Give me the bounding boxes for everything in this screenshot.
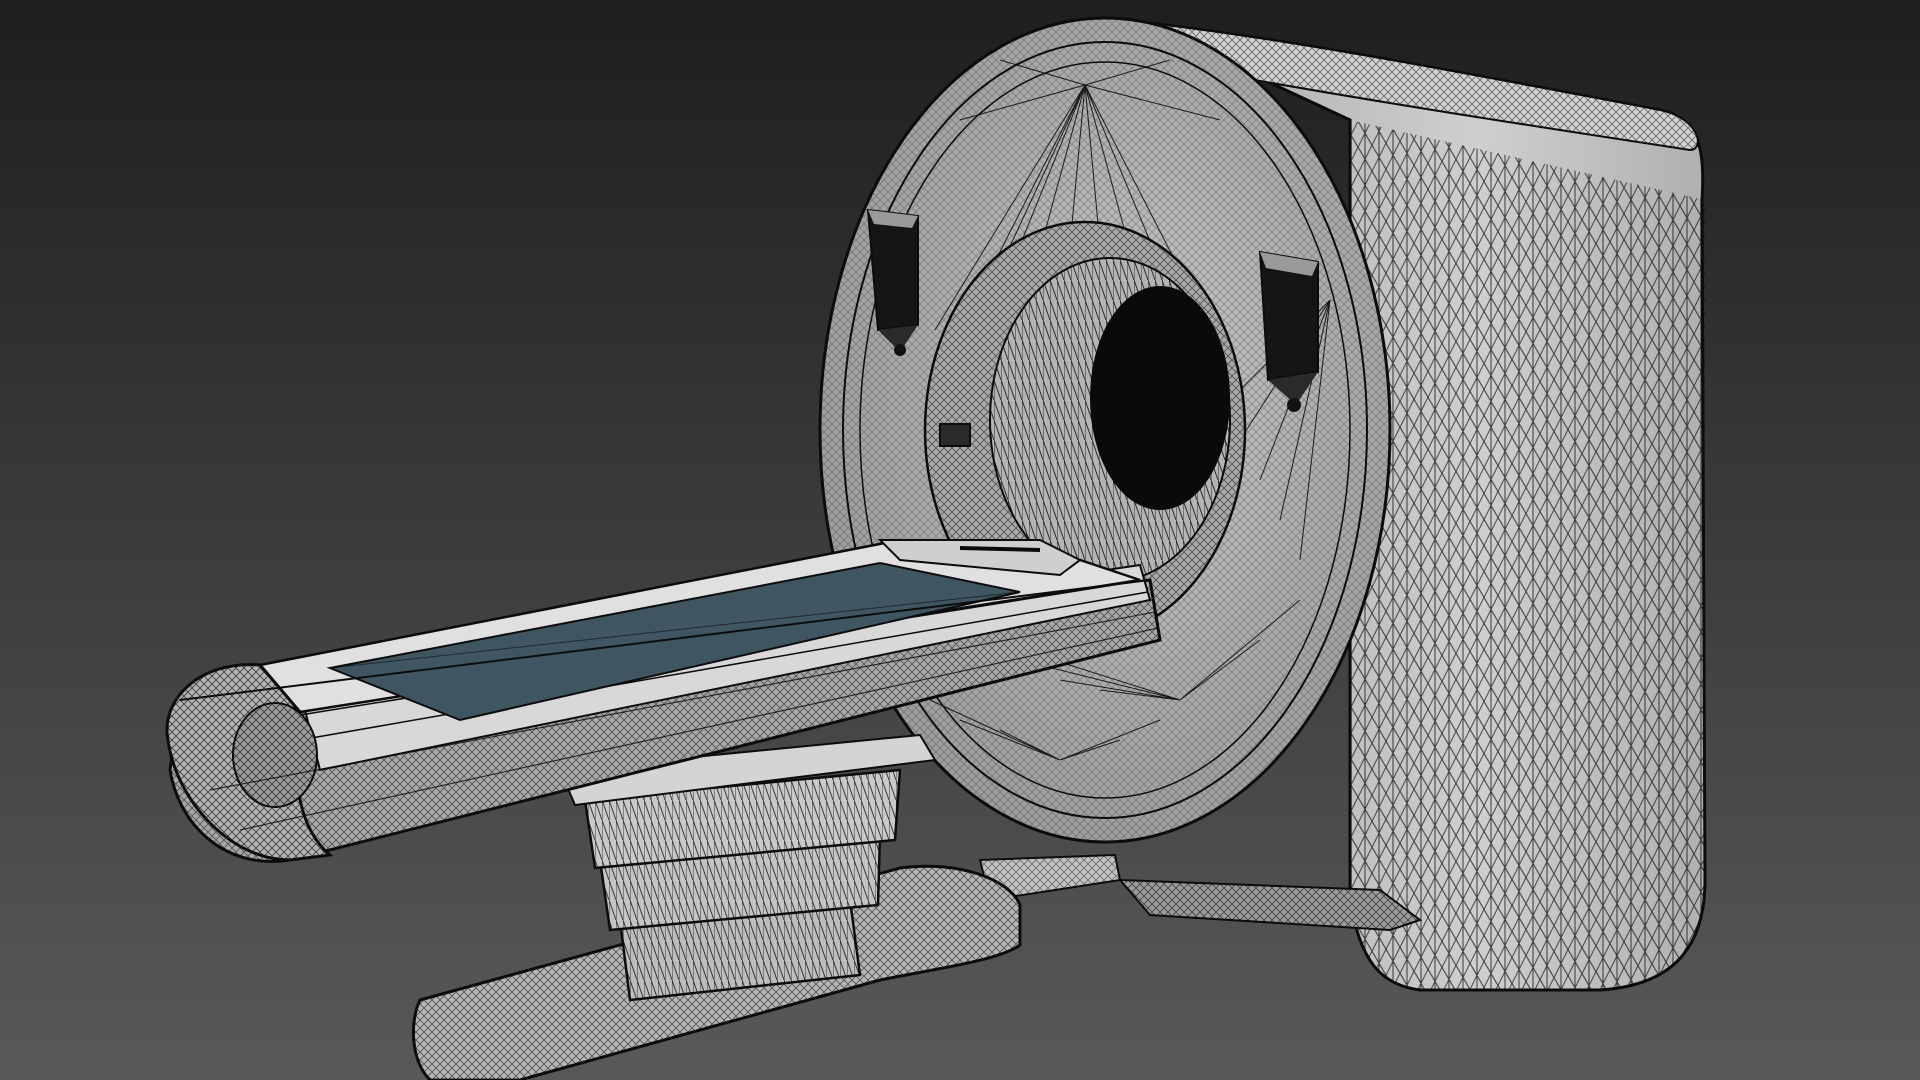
housing-mesh [1350,120,1705,990]
3d-viewport[interactable] [0,0,1920,1080]
gantry-indicator-panel [939,423,971,447]
ct-scanner-render [0,0,1920,1080]
gantry-bore-opening [1090,286,1230,510]
